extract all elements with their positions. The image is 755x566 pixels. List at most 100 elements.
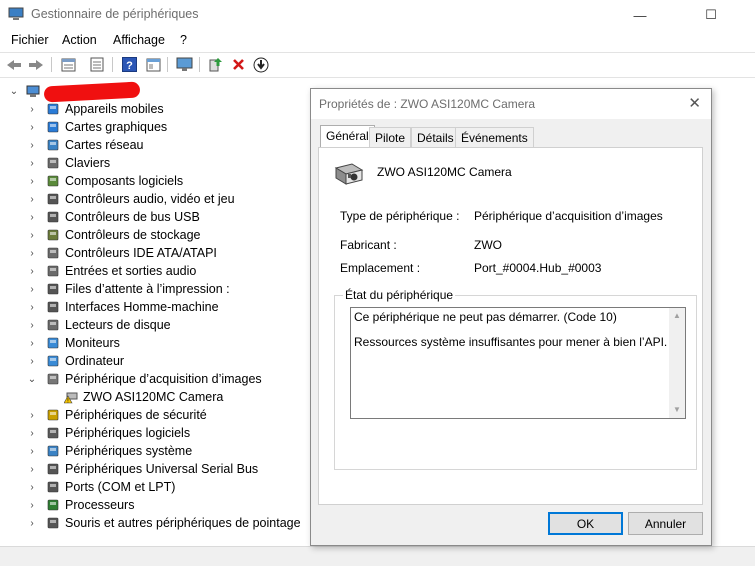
- tree-item[interactable]: › Entrées et sorties audio: [26, 262, 196, 280]
- tree-item[interactable]: › Composants logiciels: [26, 172, 183, 190]
- horizontal-scrollbar[interactable]: [0, 546, 755, 566]
- tab-general[interactable]: Général: [320, 125, 375, 149]
- toolbar-separator: [167, 57, 168, 72]
- back-arrow-icon[interactable]: [5, 56, 23, 73]
- chevron-right-icon[interactable]: ›: [26, 320, 38, 331]
- tree-item[interactable]: › Souris et autres périphériques de point…: [26, 514, 300, 532]
- tree-root[interactable]: ⌄: [8, 82, 45, 100]
- download-icon[interactable]: [252, 56, 270, 73]
- chevron-right-icon[interactable]: ›: [26, 356, 38, 367]
- help-icon[interactable]: ?: [120, 56, 138, 73]
- tree-item[interactable]: › Contrôleurs audio, vidéo et jeu: [26, 190, 234, 208]
- tree-item[interactable]: › Processeurs: [26, 496, 134, 514]
- menu-help[interactable]: ?: [180, 33, 187, 47]
- ide-icon: [47, 247, 59, 259]
- chevron-right-icon[interactable]: ›: [26, 248, 38, 259]
- cancel-button[interactable]: Annuler: [628, 512, 703, 535]
- tree-item[interactable]: › Lecteurs de disque: [26, 316, 170, 334]
- svg-text:!: !: [67, 398, 69, 405]
- forward-arrow-icon[interactable]: [27, 56, 45, 73]
- device-tree: ⌄ › Appareils mobiles › Cartes graphiques › C…: [0, 78, 310, 546]
- tree-item[interactable]: › Contrôleurs IDE ATA/ATAPI: [26, 244, 217, 262]
- tab-evenements[interactable]: Événements: [455, 127, 534, 148]
- minimize-button[interactable]: —: [617, 0, 663, 30]
- keyboard-icon: [47, 157, 59, 169]
- tree-item[interactable]: › Cartes graphiques: [26, 118, 167, 136]
- device-manager-icon: [8, 7, 24, 20]
- chevron-right-icon[interactable]: ›: [26, 104, 38, 115]
- computer-icon: [47, 355, 59, 367]
- update-icon[interactable]: [88, 56, 106, 73]
- chevron-right-icon[interactable]: ›: [26, 158, 38, 169]
- system-device-icon: [47, 445, 59, 457]
- uninstall-icon[interactable]: [229, 56, 247, 73]
- chevron-right-icon[interactable]: ›: [26, 428, 38, 439]
- hid-icon: [47, 301, 59, 313]
- tree-item[interactable]: › Appareils mobiles: [26, 100, 163, 118]
- tree-item-label: Ports (COM et LPT): [65, 480, 176, 494]
- chevron-right-icon[interactable]: ›: [26, 464, 38, 475]
- chevron-right-icon[interactable]: ›: [26, 230, 38, 241]
- properties-dialog: Propriétés de : ZWO ASI120MC Camera ✕ Gé…: [310, 88, 712, 546]
- tree-item-label: Claviers: [65, 156, 111, 170]
- tree-item[interactable]: › Périphériques système: [26, 442, 192, 460]
- svg-text:?: ?: [126, 60, 133, 72]
- device-status-textbox[interactable]: Ce périphérique ne peut pas démarrer. (C…: [350, 307, 686, 419]
- chevron-right-icon[interactable]: ›: [26, 212, 38, 223]
- dialog-titlebar: Propriétés de : ZWO ASI120MC Camera ✕: [311, 89, 711, 119]
- chevron-right-icon[interactable]: ›: [26, 338, 38, 349]
- status-scrollbar[interactable]: ▲ ▼: [669, 308, 685, 418]
- chevron-right-icon[interactable]: ›: [26, 518, 38, 529]
- chevron-right-icon[interactable]: ›: [26, 482, 38, 493]
- chevron-right-icon[interactable]: ›: [26, 140, 38, 151]
- device-status-group: État du périphérique Ce périphérique ne …: [334, 288, 697, 470]
- audio-icon: [47, 193, 59, 205]
- tree-item[interactable]: › Ports (COM et LPT): [26, 478, 175, 496]
- close-icon[interactable]: ✕: [688, 94, 701, 112]
- tree-item-label: Cartes graphiques: [65, 120, 168, 134]
- scroll-up-icon[interactable]: ▲: [673, 311, 681, 320]
- tab-details[interactable]: Détails: [411, 127, 460, 148]
- tab-pilote[interactable]: Pilote: [369, 127, 412, 148]
- tree-item[interactable]: › Contrôleurs de bus USB: [26, 208, 199, 226]
- tree-item[interactable]: › Périphériques logiciels: [26, 424, 190, 442]
- chevron-right-icon[interactable]: ›: [26, 446, 38, 457]
- tree-item[interactable]: ⌄ Périphérique d’acquisition d’images: [26, 370, 262, 388]
- monitor-icon[interactable]: [175, 56, 193, 73]
- chevron-down-icon[interactable]: ⌄: [26, 374, 38, 385]
- tree-item[interactable]: › Moniteurs: [26, 334, 120, 352]
- tree-item-label: Ordinateur: [65, 354, 125, 368]
- tree-item-label: Contrôleurs de stockage: [65, 228, 201, 242]
- menu-action[interactable]: Action: [62, 33, 97, 47]
- view-icon[interactable]: [144, 56, 162, 73]
- status-line-2: Ressources système insuffisantes pour me…: [354, 335, 668, 349]
- chevron-right-icon[interactable]: ›: [26, 302, 38, 313]
- tree-item[interactable]: › Périphériques de sécurité: [26, 406, 206, 424]
- chevron-right-icon[interactable]: ›: [26, 284, 38, 295]
- tree-item-label: Périphériques logiciels: [65, 426, 191, 440]
- tree-item[interactable]: › Contrôleurs de stockage: [26, 226, 201, 244]
- chevron-down-icon[interactable]: ⌄: [8, 86, 20, 97]
- maximize-button[interactable]: ☐: [688, 0, 734, 30]
- tree-item[interactable]: › Claviers: [26, 154, 110, 172]
- chevron-right-icon[interactable]: ›: [26, 176, 38, 187]
- chevron-right-icon[interactable]: ›: [26, 266, 38, 277]
- scroll-down-icon[interactable]: ▼: [673, 405, 681, 414]
- tree-item[interactable]: ! ZWO ASI120MC Camera: [44, 388, 223, 406]
- ok-button[interactable]: OK: [548, 512, 623, 535]
- chevron-right-icon[interactable]: ›: [26, 122, 38, 133]
- tree-item-label: ZWO ASI120MC Camera: [83, 390, 224, 404]
- menu-affichage[interactable]: Affichage: [113, 33, 165, 47]
- add-driver-icon[interactable]: [206, 56, 224, 73]
- menu-fichier[interactable]: Fichier: [11, 33, 49, 47]
- tree-item[interactable]: › Files d’attente à l’impression :: [26, 280, 229, 298]
- chevron-right-icon[interactable]: ›: [26, 410, 38, 421]
- properties-icon[interactable]: [59, 56, 77, 73]
- tree-item[interactable]: › Ordinateur: [26, 352, 124, 370]
- type-label: Type de périphérique :: [340, 209, 460, 223]
- chevron-right-icon[interactable]: ›: [26, 194, 38, 205]
- tree-item[interactable]: › Cartes réseau: [26, 136, 143, 154]
- tree-item[interactable]: › Périphériques Universal Serial Bus: [26, 460, 258, 478]
- chevron-right-icon[interactable]: ›: [26, 500, 38, 511]
- tree-item[interactable]: › Interfaces Homme-machine: [26, 298, 218, 316]
